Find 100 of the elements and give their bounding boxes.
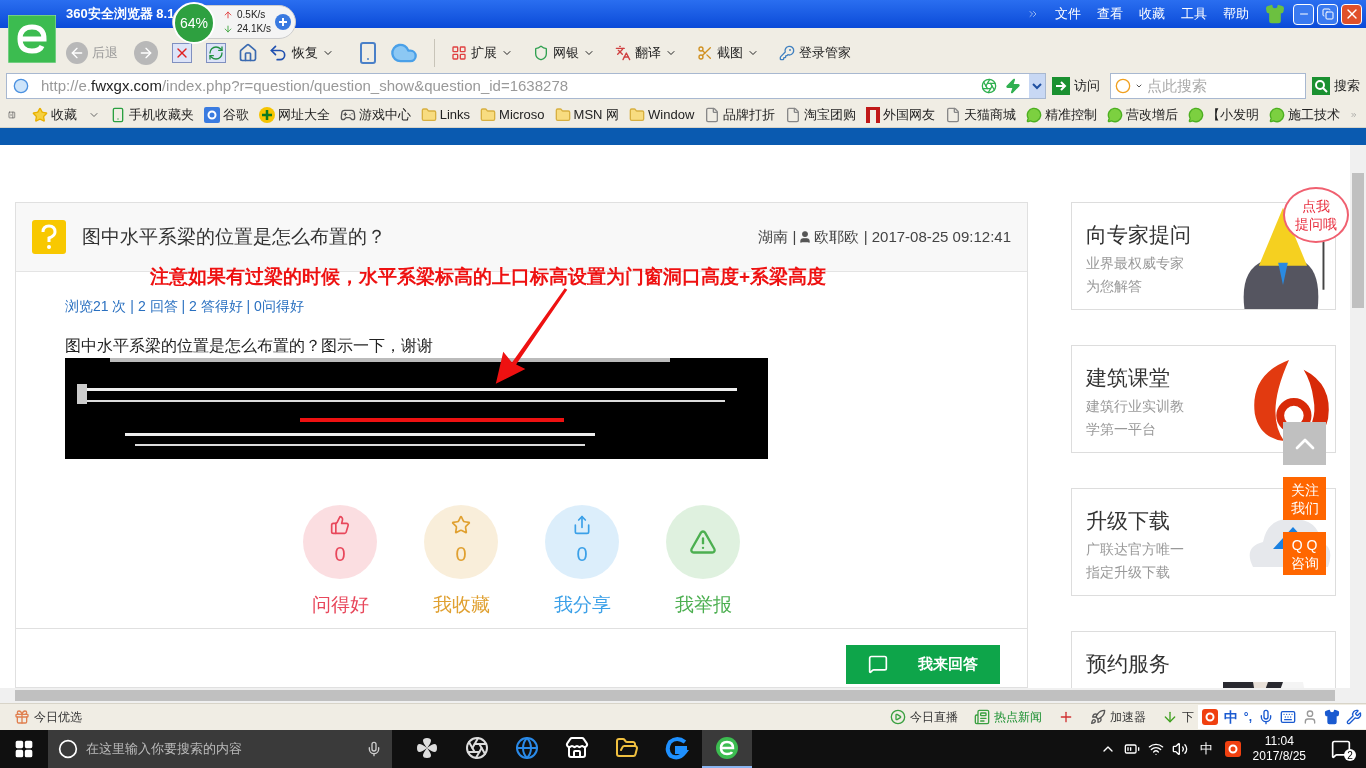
bookmark-item[interactable]: 手机收藏夹 [109, 104, 194, 125]
menu-item[interactable]: 文件 [1047, 4, 1089, 24]
visit-button[interactable]: 访问 [1052, 76, 1100, 96]
promo-title: 建筑课堂 [1086, 365, 1171, 391]
bookmark-item[interactable]: 天猫商城 [945, 104, 1017, 125]
status-item[interactable]: 今日直播 [889, 708, 958, 726]
site-icon [13, 78, 29, 94]
ime-logo-icon[interactable] [1224, 741, 1241, 757]
scrollbar-thumb[interactable] [15, 690, 1335, 701]
extend-button[interactable]: 扩展 [447, 37, 517, 69]
bookmark-item[interactable]: 淘宝团购 [785, 104, 857, 125]
region-text: 湖南 | [758, 226, 797, 247]
caret-icon [1135, 82, 1143, 90]
status-item[interactable]: 热点新闻 [973, 708, 1042, 726]
taskbar-app-button[interactable] [702, 730, 752, 768]
promo-subtitle: 业界最权威专家 [1086, 253, 1185, 273]
search-box[interactable]: 点此搜索 [1110, 73, 1306, 99]
status-text[interactable]: 今日优选 [34, 708, 82, 726]
notification-icon[interactable] [1331, 739, 1351, 759]
keyboard-icon[interactable] [1280, 709, 1296, 725]
shield-icon [533, 45, 549, 61]
key-icon [779, 45, 795, 61]
speech-bubble[interactable]: 点我 提问哦 [1283, 187, 1349, 243]
shutter-icon[interactable] [981, 78, 997, 94]
bubble-text: 提问哦 [1295, 215, 1337, 233]
grid-icon [451, 45, 467, 61]
scrollbar-thumb[interactable] [1352, 173, 1364, 308]
rocket-icon [1089, 709, 1106, 725]
refresh-button[interactable] [206, 43, 226, 63]
browser-logo-icon[interactable] [8, 15, 56, 63]
download-speed: 24.1K/s [237, 22, 271, 36]
translate-icon [615, 45, 631, 61]
address-field[interactable]: http://e.fwxgx.com/index.php?r=question/question_show&question_id=1638278 [6, 73, 1046, 99]
home-icon [238, 43, 258, 63]
bookmark-item[interactable]: 品牌打折 [704, 104, 776, 125]
bookmark-item[interactable]: 收藏 [31, 104, 100, 125]
bookmark-item[interactable]: 网址大全 [258, 104, 330, 125]
bookmark-item[interactable]: 谷歌 [203, 104, 249, 125]
promo-subtitle: 建筑行业实训教 [1086, 396, 1184, 416]
folder-icon [420, 106, 437, 123]
author-time-text: 欧耶欧 | 2017-08-25 09:12:41 [814, 226, 1011, 247]
undo-icon [268, 43, 288, 63]
browser-icon [515, 736, 539, 760]
search-field[interactable]: 点此搜索 [1147, 74, 1297, 98]
skin-icon[interactable] [1324, 709, 1340, 725]
annotation-text: 注意如果有过梁的时候，水平系梁标高的上口标高设置为门窗洞口高度+系梁高度 [150, 265, 827, 289]
gift-icon [14, 709, 30, 725]
menu-item[interactable]: 查看 [1089, 4, 1131, 24]
search-engine-icon [1115, 78, 1131, 94]
bookmark-item[interactable]: 游戏中心 [339, 104, 411, 125]
translate-button[interactable]: 翻译 [611, 37, 681, 69]
restore-tab-button[interactable]: 恢复 [264, 37, 338, 69]
maximize-button[interactable] [1317, 3, 1338, 25]
skin-icon[interactable] [1265, 4, 1285, 24]
bookmark-item[interactable]: Window [629, 104, 695, 125]
stats-line[interactable]: 浏览21 次 | 2 回答 | 2 答得好 | 0问得好 [65, 296, 978, 317]
bookmark-item[interactable]: 【小发明 [1188, 104, 1260, 125]
bookmark-item[interactable]: 营改增后 [1107, 104, 1179, 125]
battery-icon[interactable] [1123, 741, 1140, 757]
bookmark-item[interactable]: 精准控制 [1026, 104, 1098, 125]
menu-item[interactable]: 帮助 [1215, 4, 1257, 24]
question-body: 图中水平系梁的位置是怎么布置的？图示一下，谢谢 [65, 336, 434, 356]
volume-icon[interactable] [1171, 741, 1188, 757]
add-icon[interactable] [275, 14, 291, 30]
screenshot-button[interactable]: 截图 [693, 37, 763, 69]
bookmark-item[interactable]: MSN 网 [554, 104, 620, 125]
close-button[interactable] [1341, 3, 1362, 25]
taskbar-search-field[interactable]: 在这里输入你要搜索的内容 [86, 739, 358, 759]
input-language-button[interactable]: 中 [1199, 739, 1213, 759]
stop-button[interactable] [172, 43, 192, 63]
chat-icon [1188, 106, 1205, 123]
login-manager-button[interactable]: 登录管家 [775, 37, 855, 69]
more-icon[interactable] [1027, 8, 1039, 20]
restore-icon [1321, 8, 1334, 20]
news-icon [973, 709, 990, 725]
user-icon[interactable] [1302, 709, 1318, 725]
menu-item[interactable]: 工具 [1173, 4, 1215, 24]
plus-icon [258, 106, 275, 123]
taskbar-search-box[interactable]: 在这里输入你要搜索的内容 [48, 730, 392, 768]
status-item[interactable]: 下 [1161, 708, 1194, 726]
notification-badge: 2 [1344, 749, 1356, 761]
ime-language-button[interactable]: 中 [1223, 706, 1238, 728]
menu-item[interactable]: 收藏 [1131, 4, 1173, 24]
clock[interactable]: 11:04 2017/8/25 [1252, 734, 1306, 764]
page-icon [704, 106, 721, 123]
lightning-icon[interactable] [1005, 78, 1021, 94]
ime-punctuation-button[interactable]: °, [1243, 708, 1252, 726]
bank-button[interactable]: 网银 [529, 37, 599, 69]
settings-icon[interactable] [1346, 709, 1362, 725]
minimize-button[interactable] [1293, 3, 1314, 25]
dropdown-icon[interactable] [1029, 74, 1045, 98]
bookmark-item[interactable]: Links [420, 104, 471, 125]
status-item[interactable]: 加速器 [1089, 708, 1146, 726]
wifi-icon[interactable] [1147, 741, 1164, 757]
bookmark-item[interactable]: 外国网友 [866, 104, 936, 125]
microphone-icon[interactable] [1258, 709, 1274, 725]
bookmark-item[interactable]: Microso [480, 104, 545, 125]
search-button[interactable]: 搜索 [1312, 76, 1360, 96]
folder-icon [629, 106, 646, 123]
bookmark-item[interactable]: 施工技术 [1269, 104, 1341, 125]
